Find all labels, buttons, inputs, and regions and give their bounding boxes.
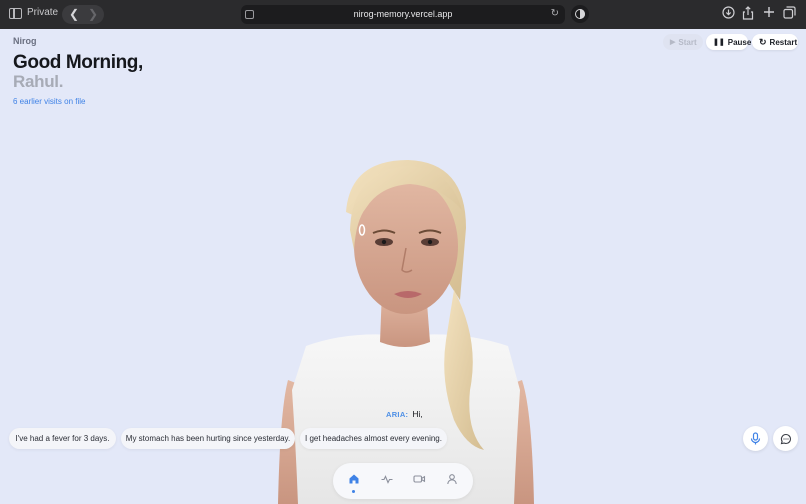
restart-button[interactable]: ↻ Restart <box>752 34 798 50</box>
chat-bubble-icon <box>780 433 791 444</box>
forward-icon[interactable]: ❯ <box>88 8 98 20</box>
tab-profile[interactable] <box>444 471 460 487</box>
microphone-button[interactable] <box>743 426 768 451</box>
restart-button-label: Restart <box>769 37 798 47</box>
downloads-icon[interactable] <box>722 6 735 22</box>
caption-speaker: ARIA: <box>386 410 409 419</box>
private-label: Private <box>27 7 59 18</box>
reload-icon[interactable]: ↻ <box>551 9 559 19</box>
share-icon[interactable] <box>742 6 754 23</box>
profile-icon <box>447 474 457 485</box>
restart-icon: ↻ <box>759 36 767 47</box>
brand-name: Nirog <box>13 36 37 46</box>
pause-button-label: Pause <box>727 37 752 47</box>
browser-toolbar: Private ❮ ❯ nirog-memory.vercel.app ↻ <box>0 0 806 29</box>
tab-overview-icon[interactable] <box>783 6 796 22</box>
video-icon <box>412 475 425 483</box>
tab-video[interactable] <box>411 471 427 487</box>
greeting-user-name: Rahul. <box>13 72 64 91</box>
earlier-visits-link[interactable]: 6 earlier visits on file <box>13 97 85 106</box>
start-button[interactable]: ▶ Start <box>663 34 703 50</box>
url-text: nirog-memory.vercel.app <box>353 9 453 19</box>
bottom-tab-bar <box>333 463 473 499</box>
privacy-shield-icon[interactable] <box>571 5 589 23</box>
caption-text: Hi, <box>412 409 423 419</box>
sidebar-toggle-icon[interactable] <box>9 8 22 19</box>
tab-home[interactable] <box>346 471 362 487</box>
start-button-label: Start <box>678 37 697 47</box>
new-tab-icon[interactable] <box>763 6 775 21</box>
play-icon: ▶ <box>670 39 676 46</box>
address-bar[interactable]: nirog-memory.vercel.app ↻ <box>241 5 565 24</box>
pause-button[interactable]: ❚❚ Pause <box>706 34 751 50</box>
home-icon <box>349 474 359 484</box>
navigation-group: ❮ ❯ <box>62 5 104 24</box>
microphone-icon <box>750 432 761 445</box>
suggestion-chip[interactable]: I get headaches almost every evening. <box>300 428 447 449</box>
active-tab-indicator <box>352 490 355 493</box>
greeting-title: Good Morning, <box>13 52 143 73</box>
tab-activity[interactable] <box>379 471 395 487</box>
suggestion-chip[interactable]: I've had a fever for 3 days. <box>9 428 116 449</box>
activity-icon <box>381 475 393 484</box>
suggestion-chip[interactable]: My stomach has been hurting since yester… <box>121 428 295 449</box>
assistant-caption: ARIA: Hi, <box>386 409 423 419</box>
chat-button[interactable] <box>773 426 798 451</box>
back-icon[interactable]: ❮ <box>69 8 79 20</box>
pause-icon: ❚❚ <box>713 39 725 46</box>
assistant-avatar <box>278 160 534 504</box>
